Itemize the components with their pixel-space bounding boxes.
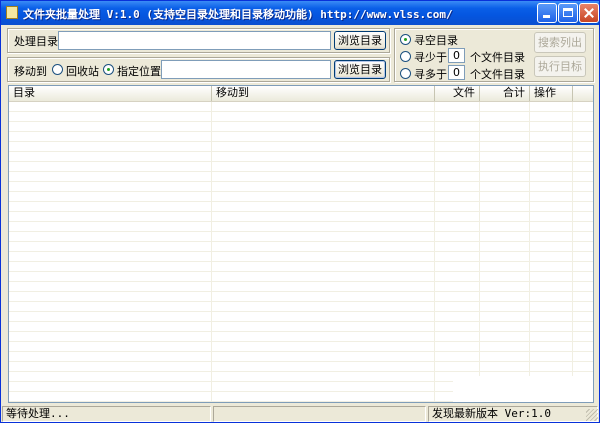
radio-specified-location[interactable] xyxy=(103,64,114,75)
list-header: 目录 移动到 文件 合计 操作 xyxy=(9,86,593,102)
execute-button[interactable]: 执行目标 xyxy=(534,56,586,77)
list-blank-area xyxy=(453,376,593,402)
status-middle xyxy=(213,406,426,422)
maximize-icon xyxy=(559,4,577,22)
radio-recycle-bin[interactable] xyxy=(52,64,63,75)
list-body[interactable] xyxy=(9,102,593,402)
browse-source-button[interactable]: 浏览目录 xyxy=(334,31,386,50)
status-bar: 等待处理... 发现最新版本 Ver:1.0 xyxy=(1,405,599,422)
directory-list-view[interactable]: 目录 移动到 文件 合计 操作 xyxy=(8,85,594,403)
column-divider xyxy=(572,102,573,402)
radio-empty-dirs-label[interactable]: 寻空目录 xyxy=(414,32,458,48)
column-divider xyxy=(529,102,530,402)
move-to-label: 移动到 xyxy=(14,65,47,78)
source-directory-panel: 处理目录 浏览目录 xyxy=(7,28,390,53)
column-header-total[interactable]: 合计 xyxy=(480,86,530,101)
column-header-directory[interactable]: 目录 xyxy=(9,86,212,101)
move-target-input[interactable] xyxy=(161,60,331,79)
more-than-suffix: 个文件目录 xyxy=(470,68,525,81)
column-divider xyxy=(479,102,480,402)
title-bar[interactable]: 文件夹批量处理 V:1.0 (支持空目录处理和目录移动功能) http://ww… xyxy=(1,1,599,25)
fewer-than-suffix: 个文件目录 xyxy=(470,51,525,64)
fewer-than-prefix[interactable]: 寻少于 xyxy=(414,49,447,65)
app-folder-icon xyxy=(6,6,18,19)
app-window: 文件夹批量处理 V:1.0 (支持空目录处理和目录移动功能) http://ww… xyxy=(0,0,600,423)
radio-empty-dirs[interactable] xyxy=(400,34,411,45)
radio-specified-location-label[interactable]: 指定位置 xyxy=(117,63,161,79)
column-header-action[interactable]: 操作 xyxy=(530,86,573,101)
fewer-than-count-input[interactable]: 0 xyxy=(448,48,465,63)
column-header-files[interactable]: 文件 xyxy=(435,86,480,101)
column-divider xyxy=(211,102,212,402)
resize-grip-icon[interactable] xyxy=(586,409,598,421)
search-list-button[interactable]: 搜索列出 xyxy=(534,32,586,53)
minimize-button[interactable] xyxy=(537,3,557,23)
status-text: 等待处理... xyxy=(2,406,211,422)
radio-recycle-bin-label[interactable]: 回收站 xyxy=(66,63,99,79)
source-directory-input[interactable] xyxy=(58,31,331,50)
radio-more-than[interactable] xyxy=(400,68,411,79)
move-target-panel: 移动到 回收站 指定位置 浏览目录 xyxy=(7,57,390,82)
close-icon xyxy=(580,4,598,22)
source-directory-label: 处理目录 xyxy=(14,35,58,48)
radio-fewer-than[interactable] xyxy=(400,51,411,62)
more-than-prefix[interactable]: 寻多于 xyxy=(414,66,447,82)
status-version[interactable]: 发现最新版本 Ver:1.0 xyxy=(428,406,598,422)
browse-target-button[interactable]: 浏览目录 xyxy=(334,60,386,79)
close-button[interactable] xyxy=(579,3,599,23)
search-mode-panel: 寻空目录 寻少于 0 个文件目录 寻多于 0 个文件目录 搜索列出 执行目标 xyxy=(394,28,594,82)
column-divider xyxy=(434,102,435,402)
window-title: 文件夹批量处理 V:1.0 (支持空目录处理和目录移动功能) http://ww… xyxy=(23,8,453,21)
column-header-move-to[interactable]: 移动到 xyxy=(212,86,435,101)
maximize-button[interactable] xyxy=(558,3,578,23)
more-than-count-input[interactable]: 0 xyxy=(448,65,465,80)
minimize-icon xyxy=(538,4,556,22)
